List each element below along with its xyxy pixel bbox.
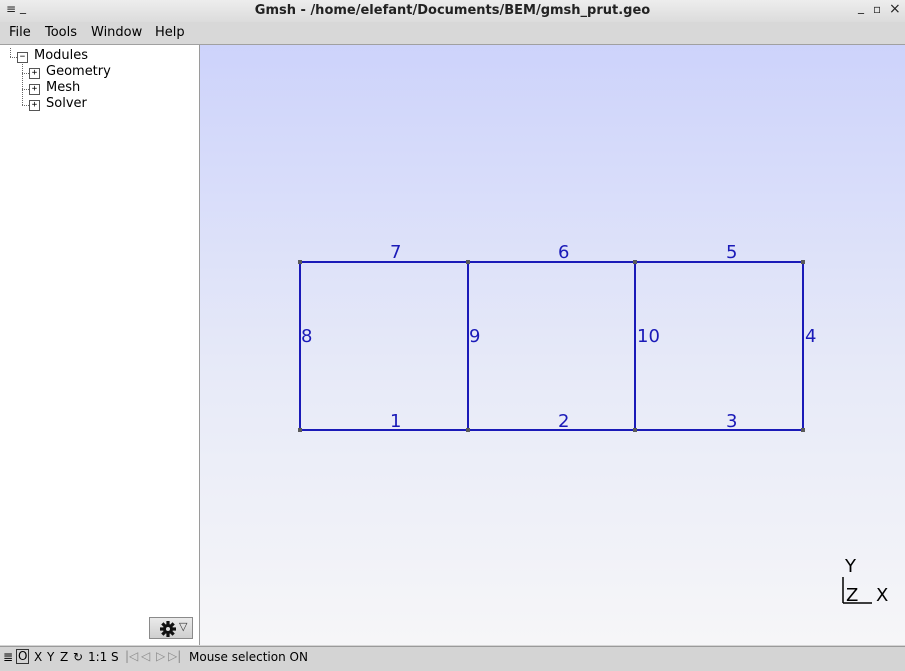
maximize-button[interactable]: ▫ xyxy=(873,2,881,16)
tree-connector xyxy=(22,89,29,90)
geometry-point[interactable] xyxy=(801,428,805,432)
tree-connector xyxy=(10,57,17,58)
geometry-point[interactable] xyxy=(633,260,637,264)
geometry-view[interactable]: 1 2 3 4 5 6 7 8 9 10 Y Z X xyxy=(200,45,905,645)
options-gear-button[interactable]: ▽ xyxy=(149,617,193,639)
axis-x-label: X xyxy=(876,585,888,606)
window-title: Gmsh - /home/elefant/Documents/BEM/gmsh_… xyxy=(254,3,651,18)
line-label-2: 2 xyxy=(558,411,569,432)
last-step-icon[interactable]: ▷| xyxy=(168,649,181,663)
line-label-10: 10 xyxy=(637,326,660,347)
tree-connector xyxy=(22,73,29,74)
view-y-button[interactable]: Y xyxy=(47,650,54,664)
view-x-button[interactable]: X xyxy=(34,650,42,664)
line-label-5: 5 xyxy=(726,242,737,263)
line-label-3: 3 xyxy=(726,411,737,432)
axis-z-label: Z xyxy=(846,585,858,606)
geometry-point[interactable] xyxy=(298,260,302,264)
dropdown-arrow-icon: ▽ xyxy=(179,620,188,633)
geometry-point[interactable] xyxy=(466,428,470,432)
minimize-button[interactable]: _ xyxy=(858,0,864,14)
line-label-1: 1 xyxy=(390,411,401,432)
geometry-point[interactable] xyxy=(298,428,302,432)
geometry-point[interactable] xyxy=(466,260,470,264)
tree-collapse-modules-toggle[interactable]: − xyxy=(17,52,28,63)
status-bar: ≣ O X Y Z ↻ 1:1 S |◁ ◁ ▷ ▷| Mouse select… xyxy=(0,646,905,671)
tree-item-modules[interactable]: Modules xyxy=(34,48,88,64)
line-label-8: 8 xyxy=(301,326,312,347)
view-z-button[interactable]: Z xyxy=(60,650,68,664)
scale-reset-button[interactable]: 1:1 xyxy=(88,650,107,664)
ortho-toggle-button[interactable]: O xyxy=(16,649,30,664)
menu-help[interactable]: Help xyxy=(155,25,185,40)
status-message: Mouse selection ON xyxy=(189,650,308,664)
close-button[interactable]: × xyxy=(889,1,901,17)
line-label-9: 9 xyxy=(469,326,480,347)
tree-item-geometry[interactable]: Geometry xyxy=(46,64,111,80)
title-bar: ≡ _ Gmsh - /home/elefant/Documents/BEM/g… xyxy=(0,0,905,23)
rotate-icon[interactable]: ↻ xyxy=(73,650,83,664)
line-label-4: 4 xyxy=(805,326,816,347)
select-button[interactable]: S xyxy=(111,650,119,664)
tree-expand-mesh-toggle[interactable]: + xyxy=(29,84,40,95)
geometry-point[interactable] xyxy=(801,260,805,264)
tree-item-solver[interactable]: Solver xyxy=(46,96,87,112)
prev-step-icon[interactable]: ◁ xyxy=(141,649,150,663)
status-menu-icon[interactable]: ≣ xyxy=(3,650,13,664)
menu-tools[interactable]: Tools xyxy=(45,25,77,40)
line-label-6: 6 xyxy=(558,242,569,263)
geometry-point[interactable] xyxy=(633,428,637,432)
tree-connector xyxy=(22,61,23,105)
menu-window[interactable]: Window xyxy=(91,25,142,40)
tree-expand-solver-toggle[interactable]: + xyxy=(29,100,40,111)
menu-bar: File Tools Window Help xyxy=(0,22,905,45)
module-tree-panel: − Modules + Geometry + Mesh + Solver ▽ xyxy=(0,45,200,645)
graphics-canvas[interactable]: 1 2 3 4 5 6 7 8 9 10 Y Z X xyxy=(200,45,905,645)
tree-item-mesh[interactable]: Mesh xyxy=(46,80,80,96)
tree-connector xyxy=(10,48,11,57)
tree-expand-geometry-toggle[interactable]: + xyxy=(29,68,40,79)
line-label-7: 7 xyxy=(390,242,401,263)
next-step-icon[interactable]: ▷ xyxy=(156,649,165,663)
tree-connector xyxy=(22,105,29,106)
menu-file[interactable]: File xyxy=(9,25,31,40)
first-step-icon[interactable]: |◁ xyxy=(125,649,138,663)
axis-y-label: Y xyxy=(844,556,857,577)
